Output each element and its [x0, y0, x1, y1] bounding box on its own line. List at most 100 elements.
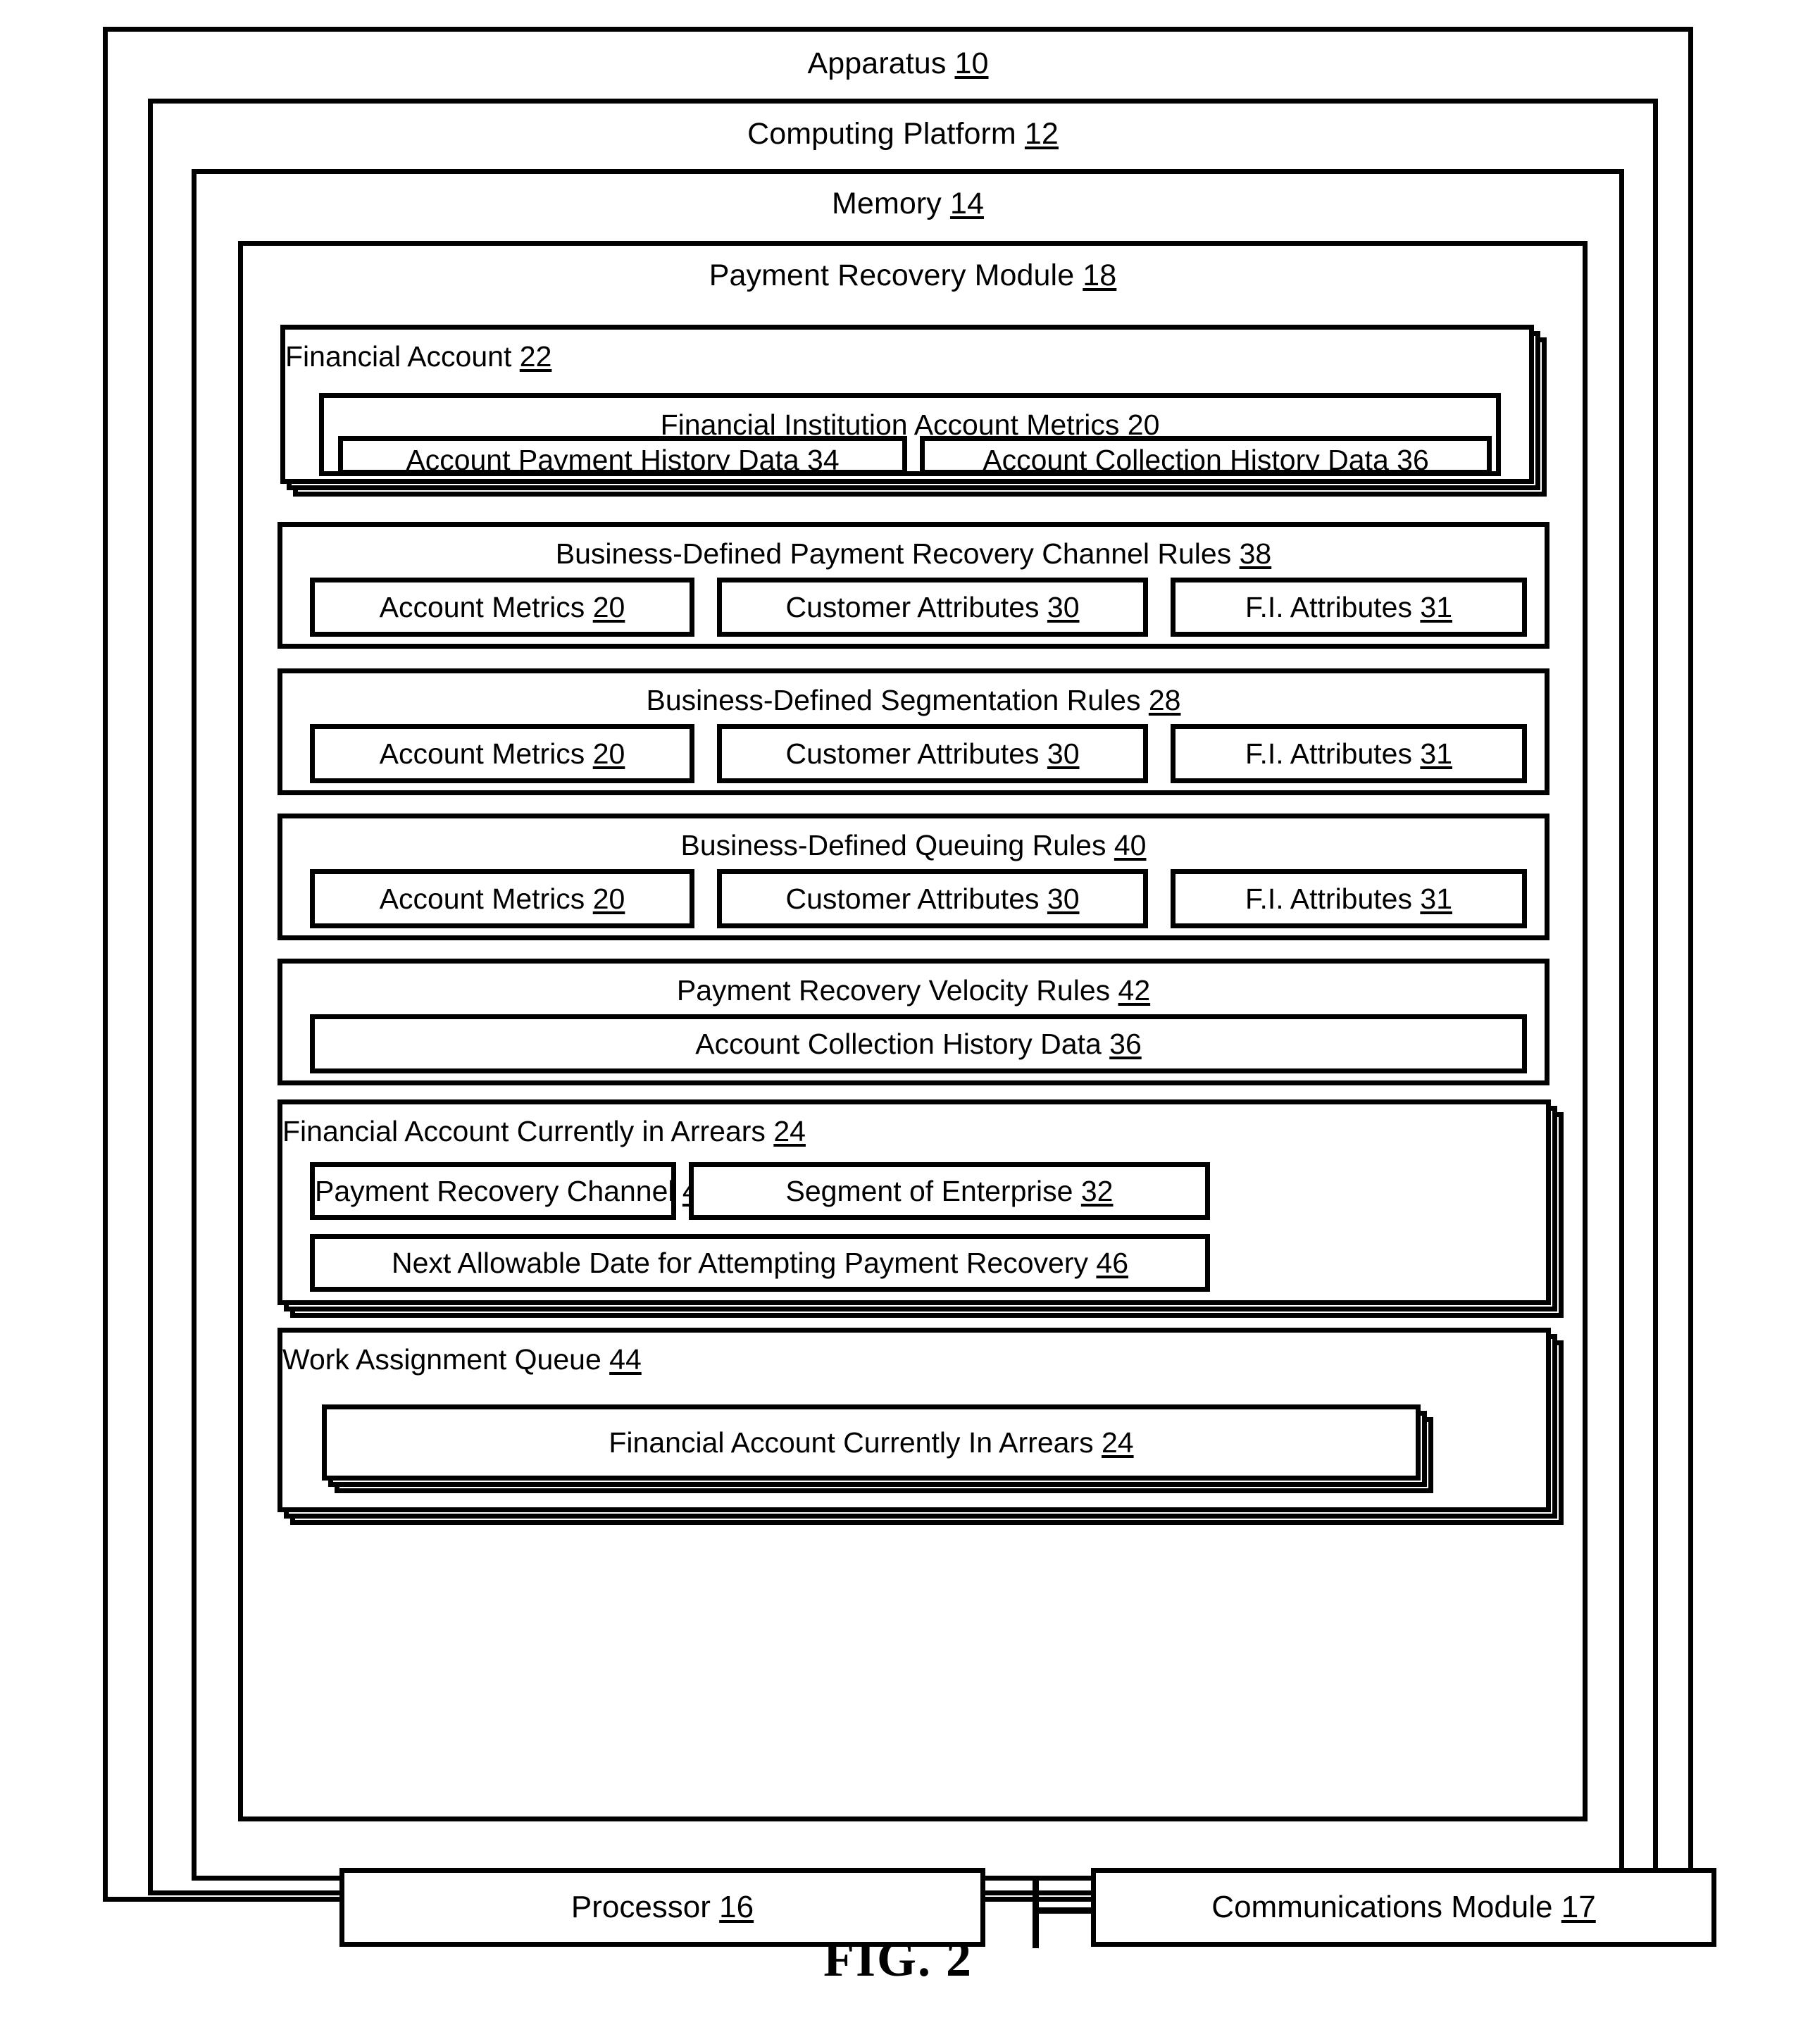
segmentation-rules-title: Business-Defined Segmentation Rules 28 — [282, 673, 1545, 715]
customer-attributes-text: Customer Attributes — [785, 737, 1040, 770]
processor-ref-number: 16 — [719, 1890, 754, 1924]
velocity-rules-title-text: Payment Recovery Velocity Rules — [676, 974, 1111, 1007]
financial-account-stack: Financial Account 22 Financial Instituti… — [280, 325, 1547, 497]
communications-module-ref-number: 17 — [1561, 1890, 1596, 1924]
work-queue-account-box: Financial Account Currently In Arrears 2… — [322, 1404, 1421, 1481]
rule-column-fi-attributes: F.I. Attributes 31 — [1171, 869, 1527, 928]
payment-recovery-channel-rules-title-text: Business-Defined Payment Recovery Channe… — [555, 537, 1232, 570]
communications-module-text: Communications Module — [1211, 1890, 1553, 1924]
rule-column-customer-attributes: Customer Attributes 30 — [717, 578, 1148, 637]
account-collection-history-data-ref-number: 36 — [1397, 444, 1429, 476]
velocity-rules-ref-number: 42 — [1118, 974, 1151, 1007]
financial-account-title: Financial Account 22 — [285, 330, 1529, 371]
business-defined-segmentation-rules-box: Business-Defined Segmentation Rules 28 A… — [277, 668, 1549, 795]
fi-attributes-label: F.I. Attributes 31 — [1175, 582, 1522, 632]
memory-title: Memory 14 — [197, 174, 1619, 219]
queuing-rules-title: Business-Defined Queuing Rules 40 — [282, 818, 1545, 860]
work-queue-account-ref-number: 24 — [1102, 1426, 1134, 1459]
customer-attributes-label: Customer Attributes 30 — [722, 582, 1143, 632]
financial-account-in-arrears-box: Financial Account Currently in Arrears 2… — [277, 1099, 1551, 1305]
rule-column-account-metrics: Account Metrics 20 — [310, 869, 694, 928]
segmentation-rules-columns: Account Metrics 20 Customer Attributes 3… — [310, 724, 1527, 783]
financial-account-title-text: Financial Account — [285, 340, 512, 373]
computing-platform-ref-number: 12 — [1024, 117, 1059, 151]
payment-recovery-channel-label: Payment Recovery Channel 42 — [315, 1167, 715, 1215]
account-collection-history-data-text: Account Collection History Data — [983, 444, 1389, 476]
fi-attributes-ref-number: 31 — [1420, 737, 1452, 770]
work-queue-account-label: Financial Account Currently In Arrears 2… — [327, 1409, 1416, 1476]
rule-column-account-metrics: Account Metrics 20 — [310, 724, 694, 783]
apparatus-frame: Apparatus 10 Computing Platform 12 Memor… — [103, 27, 1716, 1948]
account-metrics-ref-number: 20 — [592, 883, 625, 915]
account-collection-history-data-label: Account Collection History Data 36 — [315, 1019, 1522, 1068]
arrears-title-text: Financial Account Currently in Arrears — [282, 1115, 766, 1147]
queuing-rules-ref-number: 40 — [1114, 829, 1147, 861]
fi-attributes-ref-number: 31 — [1420, 883, 1452, 915]
fi-attributes-text: F.I. Attributes — [1245, 737, 1412, 770]
memory-frame: Memory 14 Payment Recovery Module 18 Fin… — [192, 169, 1624, 1881]
account-metrics-ref-number: 20 — [592, 591, 625, 623]
segment-of-enterprise-ref-number: 32 — [1080, 1175, 1114, 1207]
account-payment-history-data-label: Account Payment History Data 34 — [343, 441, 902, 480]
account-collection-history-data-ref-number: 36 — [1109, 1028, 1142, 1060]
account-collection-history-data-box: Account Collection History Data 36 — [310, 1014, 1527, 1073]
rule-column-fi-attributes: F.I. Attributes 31 — [1171, 578, 1527, 637]
queuing-rules-title-text: Business-Defined Queuing Rules — [680, 829, 1106, 861]
computing-platform-frame: Computing Platform 12 Memory 14 Payment … — [148, 99, 1716, 1948]
processor-text: Processor — [570, 1890, 711, 1924]
payment-recovery-channel-box: Payment Recovery Channel 42 — [310, 1162, 715, 1220]
next-allowable-date-box: Next Allowable Date for Attempting Payme… — [310, 1234, 1210, 1292]
account-payment-history-data-ref-number: 34 — [807, 444, 840, 476]
financial-institution-account-metrics-title: Financial Institution Account Metrics 20 — [324, 398, 1496, 440]
account-collection-history-data-text: Account Collection History Data — [695, 1028, 1102, 1060]
customer-attributes-ref-number: 30 — [1047, 737, 1080, 770]
segmentation-rules-ref-number: 28 — [1148, 684, 1181, 716]
segment-of-enterprise-box: Segment of Enterprise 32 — [689, 1162, 1210, 1220]
account-metrics-label: Account Metrics 20 — [315, 582, 690, 632]
account-metrics-text: Account Metrics — [379, 883, 585, 915]
arrears-ref-number: 24 — [773, 1115, 806, 1147]
customer-attributes-label: Customer Attributes 30 — [722, 729, 1143, 778]
rule-column-customer-attributes: Customer Attributes 30 — [717, 724, 1148, 783]
payment-recovery-channel-rules-columns: Account Metrics 20 Customer Attributes 3… — [310, 578, 1527, 637]
customer-attributes-text: Customer Attributes — [785, 883, 1040, 915]
work-assignment-queue-stack: Work Assignment Queue 44 Financial Accou… — [277, 1328, 1564, 1525]
fi-attributes-text: F.I. Attributes — [1245, 883, 1412, 915]
work-assignment-queue-box: Work Assignment Queue 44 Financial Accou… — [277, 1328, 1551, 1512]
next-allowable-date-ref-number: 46 — [1096, 1247, 1129, 1279]
fi-attributes-label: F.I. Attributes 31 — [1175, 729, 1522, 778]
customer-attributes-ref-number: 30 — [1047, 883, 1080, 915]
work-queue-account-text: Financial Account Currently In Arrears — [609, 1426, 1094, 1459]
computing-platform-title: Computing Platform 12 — [153, 104, 1653, 149]
work-queue-account-stack: Financial Account Currently In Arrears 2… — [322, 1404, 1433, 1493]
customer-attributes-ref-number: 30 — [1047, 591, 1080, 623]
rule-column-fi-attributes: F.I. Attributes 31 — [1171, 724, 1527, 783]
next-allowable-date-label: Next Allowable Date for Attempting Payme… — [315, 1239, 1205, 1287]
fi-attributes-ref-number: 31 — [1420, 591, 1452, 623]
segmentation-rules-title-text: Business-Defined Segmentation Rules — [646, 684, 1141, 716]
customer-attributes-label: Customer Attributes 30 — [722, 874, 1143, 923]
figure-caption: FIG. 2 — [823, 1931, 973, 1987]
payment-recovery-module-title: Payment Recovery Module 18 — [243, 246, 1583, 291]
arrears-title: Financial Account Currently in Arrears 2… — [282, 1104, 1546, 1146]
account-payment-history-data-box: Account Payment History Data 34 — [338, 436, 907, 476]
financial-account-ref-number: 22 — [519, 340, 552, 373]
financial-account-box: Financial Account 22 Financial Instituti… — [280, 325, 1534, 484]
account-collection-history-data-box: Account Collection History Data 36 — [920, 436, 1492, 476]
work-assignment-queue-title-text: Work Assignment Queue — [282, 1343, 601, 1376]
business-defined-queuing-rules-box: Business-Defined Queuing Rules 40 Accoun… — [277, 814, 1549, 940]
work-assignment-queue-ref-number: 44 — [609, 1343, 642, 1376]
account-metrics-text: Account Metrics — [379, 737, 585, 770]
account-metrics-text: Account Metrics — [379, 591, 585, 623]
payment-recovery-module-title-text: Payment Recovery Module — [709, 258, 1075, 292]
apparatus-ref-number: 10 — [954, 46, 989, 80]
apparatus-title-text: Apparatus — [807, 46, 947, 80]
account-metrics-label: Account Metrics 20 — [315, 874, 690, 923]
payment-recovery-channel-rules-ref-number: 38 — [1239, 537, 1272, 570]
payment-recovery-channel-text: Payment Recovery Channel — [315, 1175, 675, 1207]
business-defined-payment-recovery-channel-rules-box: Business-Defined Payment Recovery Channe… — [277, 522, 1549, 649]
memory-ref-number: 14 — [949, 187, 984, 220]
account-collection-history-data-label: Account Collection History Data 36 — [925, 441, 1487, 480]
payment-recovery-module-ref-number: 18 — [1083, 258, 1117, 292]
segment-of-enterprise-text: Segment of Enterprise — [785, 1175, 1073, 1207]
